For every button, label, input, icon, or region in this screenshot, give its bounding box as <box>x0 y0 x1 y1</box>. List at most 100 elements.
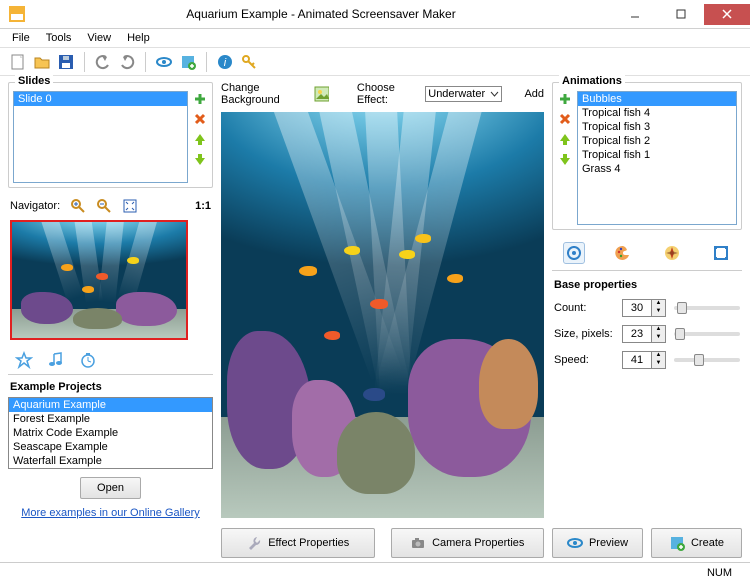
anim-remove-icon[interactable] <box>557 111 573 127</box>
create-screensaver-icon <box>669 535 685 551</box>
menu-file[interactable]: File <box>4 30 38 46</box>
color-props-tab-icon[interactable] <box>612 242 634 264</box>
base-properties-panel: Base properties Count: ▲▼ Size, pixels: … <box>552 271 742 385</box>
app-icon <box>4 1 30 27</box>
online-gallery-link[interactable]: More examples in our Online Gallery <box>21 507 200 519</box>
effect-select[interactable]: Underwater <box>425 86 501 102</box>
speed-slider[interactable] <box>674 358 740 362</box>
example-item[interactable]: Aquarium Example <box>9 398 212 412</box>
slides-list[interactable]: Slide 0 <box>13 91 188 183</box>
save-icon[interactable] <box>56 52 76 72</box>
slide-add-icon[interactable] <box>192 91 208 107</box>
favorites-tab-icon[interactable] <box>14 350 34 370</box>
base-props-tab-icon[interactable] <box>563 242 585 264</box>
info-icon[interactable]: i <box>215 52 235 72</box>
slide-item[interactable]: Slide 0 <box>14 92 187 106</box>
navigator-thumbnail[interactable] <box>10 220 188 340</box>
slide-down-icon[interactable] <box>192 151 208 167</box>
spinner-down-icon[interactable]: ▼ <box>652 360 665 368</box>
choose-effect-label: Choose Effect: <box>357 82 417 106</box>
status-num: NUM <box>707 567 732 579</box>
camera-icon <box>410 535 426 551</box>
status-bar: NUM <box>0 562 750 582</box>
speed-label: Speed: <box>554 354 614 366</box>
canvas[interactable] <box>221 112 544 518</box>
preview-button[interactable]: Preview <box>552 528 643 558</box>
property-tabs <box>552 236 742 271</box>
example-item[interactable]: Waterfall Example <box>9 454 212 468</box>
add-effect-button[interactable]: Add <box>524 88 544 100</box>
spinner-down-icon[interactable]: ▼ <box>652 334 665 342</box>
size-slider[interactable] <box>674 332 740 336</box>
navigator-label: Navigator: <box>10 200 60 212</box>
redo-icon[interactable] <box>117 52 137 72</box>
base-props-title: Base properties <box>554 279 740 291</box>
left-mini-tabs <box>8 346 213 375</box>
animations-list[interactable]: Bubbles Tropical fish 4 Tropical fish 3 … <box>577 91 737 225</box>
title-bar: Aquarium Example - Animated Screensaver … <box>0 0 750 29</box>
minimize-button[interactable] <box>612 4 658 25</box>
zoom-1to1[interactable]: 1:1 <box>195 200 211 212</box>
close-button[interactable] <box>704 4 750 25</box>
maximize-button[interactable] <box>658 4 704 25</box>
menu-view[interactable]: View <box>79 30 119 46</box>
anim-item[interactable]: Tropical fish 1 <box>578 148 736 162</box>
navigator-row: Navigator: 1:1 <box>8 194 213 218</box>
example-projects-list[interactable]: Aquarium Example Forest Example Matrix C… <box>8 397 213 469</box>
create-icon[interactable] <box>178 52 198 72</box>
anim-item[interactable]: Tropical fish 3 <box>578 120 736 134</box>
undo-icon[interactable] <box>93 52 113 72</box>
direction-props-tab-icon[interactable] <box>661 242 683 264</box>
open-example-button[interactable]: Open <box>80 477 141 499</box>
menu-bar: File Tools View Help <box>0 29 750 48</box>
menu-help[interactable]: Help <box>119 30 158 46</box>
slide-remove-icon[interactable] <box>192 111 208 127</box>
anim-add-icon[interactable] <box>557 91 573 107</box>
examples-legend: Example Projects <box>8 375 213 393</box>
spinner-up-icon[interactable]: ▲ <box>652 300 665 308</box>
menu-tools[interactable]: Tools <box>38 30 80 46</box>
open-folder-icon[interactable] <box>32 52 52 72</box>
zoom-out-icon[interactable] <box>96 198 112 214</box>
chevron-down-icon <box>490 90 499 99</box>
animations-panel: Animations Bubbles Tropical fish 4 Tropi… <box>552 82 742 230</box>
slides-legend: Slides <box>15 75 53 87</box>
anim-item[interactable]: Tropical fish 4 <box>578 106 736 120</box>
eye-icon <box>567 535 583 551</box>
anim-down-icon[interactable] <box>557 151 573 167</box>
zoom-in-icon[interactable] <box>70 198 86 214</box>
music-tab-icon[interactable] <box>46 350 66 370</box>
anim-item[interactable]: Bubbles <box>578 92 736 106</box>
create-button[interactable]: Create <box>651 528 742 558</box>
example-item[interactable]: Matrix Code Example <box>9 426 212 440</box>
new-file-icon[interactable] <box>8 52 28 72</box>
spinner-down-icon[interactable]: ▼ <box>652 308 665 316</box>
example-item[interactable]: Seascape Example <box>9 440 212 454</box>
camera-properties-button[interactable]: Camera Properties <box>391 528 545 558</box>
change-background-icon[interactable] <box>313 86 329 102</box>
zoom-fit-icon[interactable] <box>122 198 138 214</box>
slide-up-icon[interactable] <box>192 131 208 147</box>
timer-tab-icon[interactable] <box>78 350 98 370</box>
anim-up-icon[interactable] <box>557 131 573 147</box>
window-title: Aquarium Example - Animated Screensaver … <box>30 7 612 21</box>
size-label: Size, pixels: <box>554 328 614 340</box>
main-toolbar: i <box>0 48 750 76</box>
anim-item[interactable]: Grass 4 <box>578 162 736 176</box>
anim-item[interactable]: Tropical fish 2 <box>578 134 736 148</box>
count-slider[interactable] <box>674 306 740 310</box>
count-spinner[interactable]: ▲▼ <box>622 299 666 317</box>
spinner-up-icon[interactable]: ▲ <box>652 352 665 360</box>
change-background-label[interactable]: Change Background <box>221 82 305 106</box>
speed-spinner[interactable]: ▲▼ <box>622 351 666 369</box>
effect-properties-button[interactable]: Effect Properties <box>221 528 375 558</box>
size-spinner[interactable]: ▲▼ <box>622 325 666 343</box>
spinner-up-icon[interactable]: ▲ <box>652 326 665 334</box>
key-icon[interactable] <box>239 52 259 72</box>
example-item[interactable]: Forest Example <box>9 412 212 426</box>
slides-panel: Slides Slide 0 <box>8 82 213 188</box>
preview-icon[interactable] <box>154 52 174 72</box>
wrench-icon <box>246 535 262 551</box>
bounds-props-tab-icon[interactable] <box>710 242 732 264</box>
animations-legend: Animations <box>559 75 625 87</box>
